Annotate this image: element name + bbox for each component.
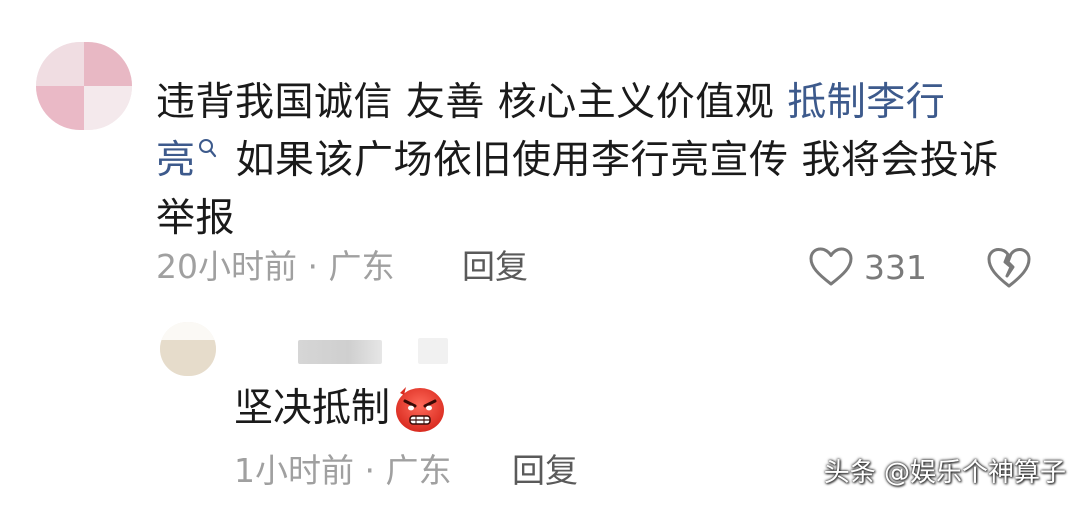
reply-meta: 1小时前 · 广东 回复	[234, 448, 578, 494]
reply-username-blurred	[298, 340, 382, 364]
broken-heart-icon	[987, 248, 1031, 288]
reply-to-reply-button[interactable]: 回复	[512, 448, 578, 494]
comment-time-location: 20小时前 · 广东	[156, 247, 395, 286]
commenter-avatar[interactable]	[36, 42, 132, 130]
comment-meta: 20小时前 · 广东 回复	[156, 244, 528, 290]
source-watermark: 头条 @娱乐个神算子	[823, 458, 1066, 488]
reply-time-location: 1小时前 · 广东	[234, 451, 452, 490]
like-count: 331	[864, 247, 927, 287]
search-icon[interactable]	[198, 138, 218, 160]
reply-text: 坚决抵制	[234, 386, 391, 431]
comment-text-part2: 如果该广场依旧使用李行亮宣传 我将会投诉举报	[156, 138, 999, 241]
comment-text-part1: 违背我国诚信 友善 核心主义价值观	[156, 80, 788, 125]
reply-button[interactable]: 回复	[462, 244, 528, 290]
like-button[interactable]: 331	[808, 244, 927, 290]
comment-body: 违背我国诚信 友善 核心主义价值观 抵制李行亮如果该广场依旧使用李行亮宣传 我将…	[156, 74, 1026, 248]
heart-outline-icon	[809, 247, 853, 286]
angry-face-icon	[396, 387, 445, 432]
dislike-button[interactable]	[986, 246, 1032, 290]
comment-thread: 违背我国诚信 友善 核心主义价值观 抵制李行亮如果该广场依旧使用李行亮宣传 我将…	[0, 0, 1080, 506]
reply-badge-blurred	[418, 338, 448, 364]
reply-body: 坚决抵制	[234, 382, 446, 436]
reply-avatar[interactable]	[160, 322, 216, 376]
